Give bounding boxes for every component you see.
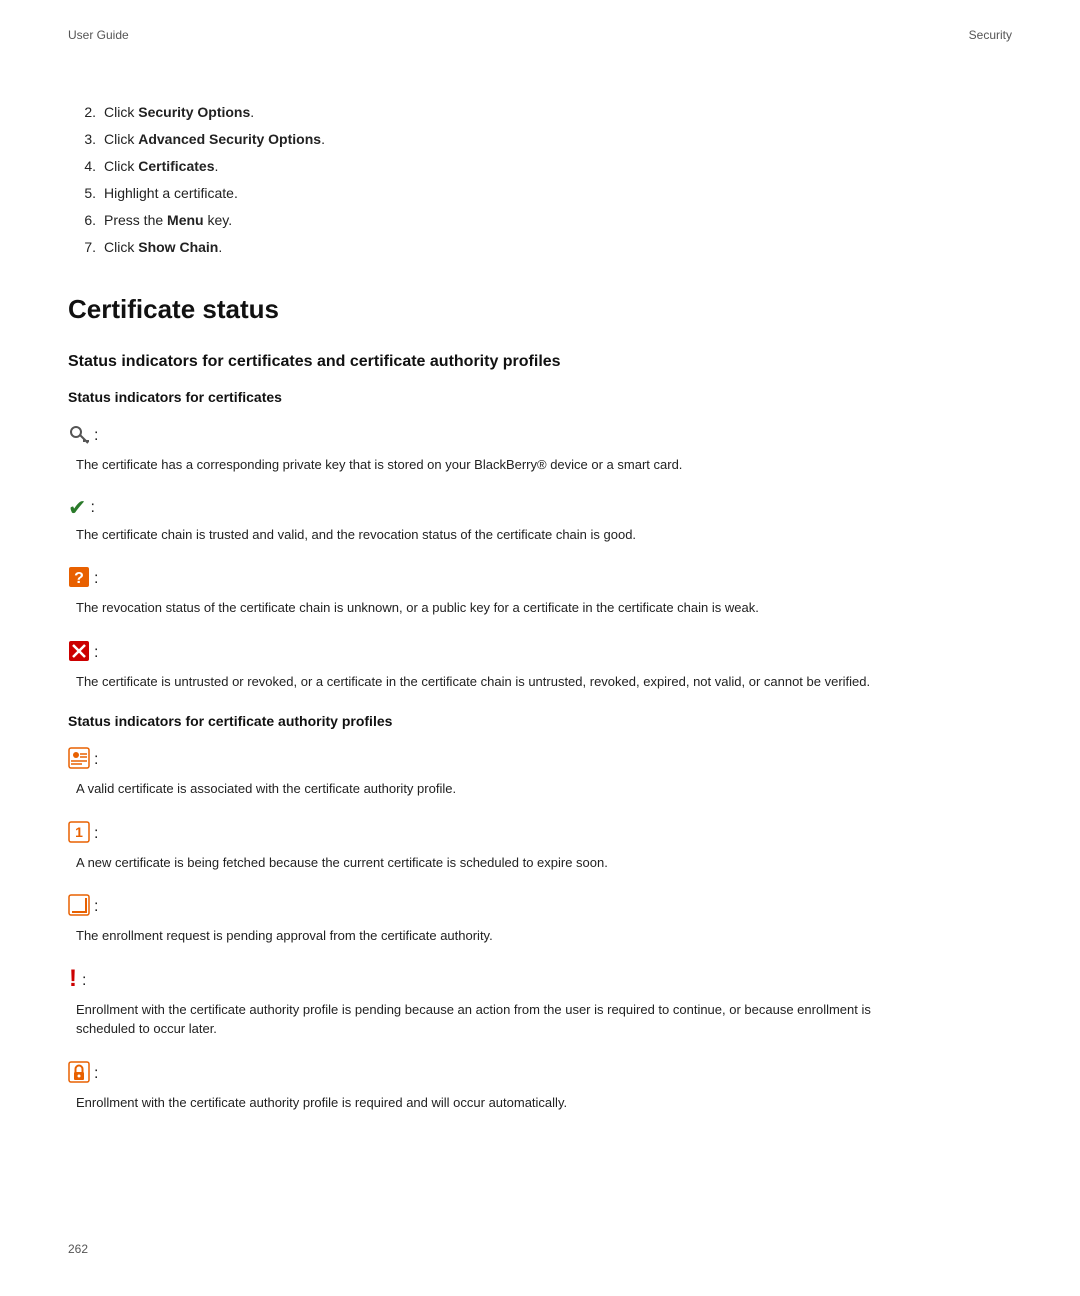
- step-item: 3. Click Advanced Security Options.: [68, 129, 1012, 150]
- status-description: The revocation status of the certificate…: [68, 598, 928, 618]
- cert-indicators-title: Status indicators for certificates: [68, 389, 1012, 405]
- status-description: Enrollment with the certificate authorit…: [68, 1093, 928, 1113]
- steps-list: 2. Click Security Options. 3. Click Advance…: [68, 102, 1012, 258]
- status-icon-row: :: [68, 894, 1012, 920]
- step-text: Click Advanced Security Options.: [104, 129, 325, 150]
- status-description: The enrollment request is pending approv…: [68, 926, 928, 946]
- ca-valid-icon: [68, 747, 90, 773]
- status-colon: :: [94, 644, 98, 662]
- page-footer: 262: [68, 1242, 88, 1256]
- lock-icon: [68, 1061, 90, 1087]
- step-number: 5.: [68, 183, 96, 204]
- status-icon-row: ?:: [68, 566, 1012, 592]
- status-icon-row: :: [68, 1061, 1012, 1087]
- status-item: ✔: The certificate chain is trusted and v…: [68, 497, 1012, 545]
- checkmark-icon: ✔: [68, 497, 86, 519]
- status-icon-row: ✔:: [68, 497, 1012, 519]
- status-item: : A valid certificate is associated with …: [68, 747, 1012, 799]
- step-number: 3.: [68, 129, 96, 150]
- cert-indicators: : The certificate has a corresponding pri…: [68, 423, 1012, 691]
- page-content: 2. Click Security Options. 3. Click Advance…: [0, 42, 1080, 1194]
- ca-pending-icon: [68, 894, 90, 920]
- ca-indicators: : A valid certificate is associated with …: [68, 747, 1012, 1112]
- question-icon: ?: [68, 566, 90, 592]
- step-text: Click Show Chain.: [104, 237, 222, 258]
- ca-new-icon: 1: [68, 821, 90, 847]
- step-number: 6.: [68, 210, 96, 231]
- status-colon: :: [94, 427, 98, 445]
- status-description: The certificate is untrusted or revoked,…: [68, 672, 928, 692]
- step-item: 2. Click Security Options.: [68, 102, 1012, 123]
- step-number: 4.: [68, 156, 96, 177]
- step-text: Press the Menu key.: [104, 210, 232, 231]
- status-description: The certificate has a corresponding priv…: [68, 455, 928, 475]
- page-number: 262: [68, 1242, 88, 1256]
- status-item: 1: A new certificate is being fetched bec…: [68, 821, 1012, 873]
- svg-text:?: ?: [74, 570, 84, 587]
- status-description: A new certificate is being fetched becau…: [68, 853, 928, 873]
- step-item: 6. Press the Menu key.: [68, 210, 1012, 231]
- section-title: Certificate status: [68, 294, 1012, 325]
- subsection-title: Status indicators for certificates and c…: [68, 353, 1012, 371]
- step-text: Click Certificates.: [104, 156, 218, 177]
- step-item: 5. Highlight a certificate.: [68, 183, 1012, 204]
- header-left: User Guide: [68, 28, 129, 42]
- key-icon: [68, 423, 90, 449]
- step-number: 7.: [68, 237, 96, 258]
- status-item: : The certificate has a corresponding pri…: [68, 423, 1012, 475]
- step-number: 2.: [68, 102, 96, 123]
- ca-indicators-title: Status indicators for certificate author…: [68, 713, 1012, 729]
- status-colon: :: [90, 499, 94, 517]
- step-text: Click Security Options.: [104, 102, 254, 123]
- status-colon: :: [94, 825, 98, 843]
- step-item: 4. Click Certificates.: [68, 156, 1012, 177]
- status-description: Enrollment with the certificate authorit…: [68, 1000, 928, 1039]
- status-colon: :: [94, 898, 98, 916]
- step-item: 7. Click Show Chain.: [68, 237, 1012, 258]
- status-description: The certificate chain is trusted and val…: [68, 525, 928, 545]
- status-item: : The certificate is untrusted or revoked…: [68, 640, 1012, 692]
- header-right: Security: [969, 28, 1012, 42]
- status-colon: :: [94, 1065, 98, 1083]
- page-header: User Guide Security: [0, 0, 1080, 42]
- status-colon: :: [82, 972, 86, 990]
- step-text: Highlight a certificate.: [104, 183, 238, 204]
- x-icon: [68, 640, 90, 666]
- svg-text:1: 1: [75, 824, 83, 840]
- svg-text:!: !: [69, 968, 77, 990]
- status-item: : Enrollment with the certificate authori…: [68, 1061, 1012, 1113]
- status-item: ?: The revocation status of the certifica…: [68, 566, 1012, 618]
- status-item: !: Enrollment with the certificate author…: [68, 968, 1012, 1039]
- status-description: A valid certificate is associated with t…: [68, 779, 928, 799]
- status-item: : The enrollment request is pending appro…: [68, 894, 1012, 946]
- status-colon: :: [94, 570, 98, 588]
- status-icon-row: :: [68, 747, 1012, 773]
- status-colon: :: [94, 751, 98, 769]
- status-icon-row: :: [68, 423, 1012, 449]
- status-icon-row: 1:: [68, 821, 1012, 847]
- exclamation-icon: !: [68, 968, 78, 994]
- status-icon-row: :: [68, 640, 1012, 666]
- status-icon-row: !:: [68, 968, 1012, 994]
